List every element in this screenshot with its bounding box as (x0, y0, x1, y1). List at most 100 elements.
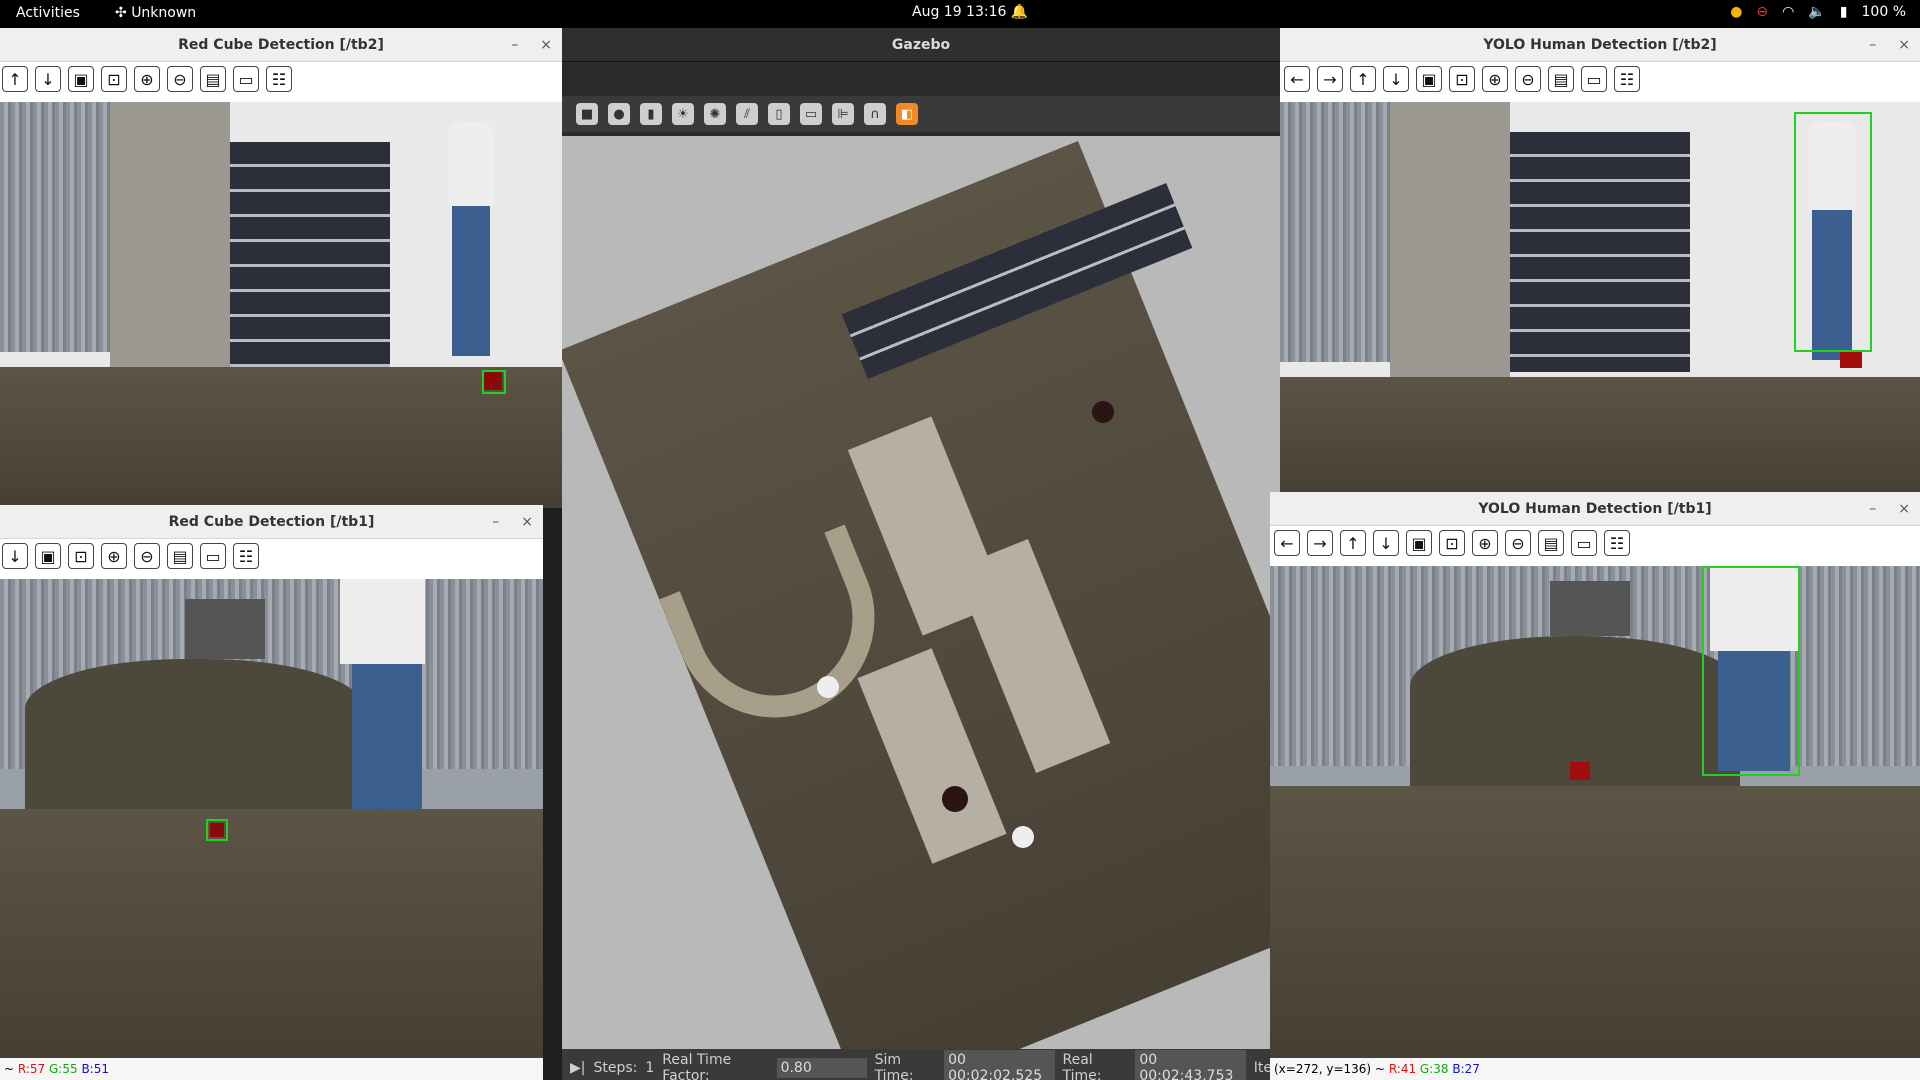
arrow-right-icon[interactable]: → (1317, 66, 1343, 92)
zoom-fit-icon[interactable]: ▣ (1416, 66, 1442, 92)
zoom-fit-icon[interactable]: ▣ (1406, 530, 1432, 556)
close-icon[interactable]: × (1898, 492, 1910, 526)
chrome-icon[interactable]: ● (1730, 4, 1742, 20)
status-green: G:38 (1419, 1062, 1449, 1076)
sim-time-label: Sim Time: (874, 1052, 914, 1080)
save-icon[interactable]: ▤ (200, 66, 226, 92)
battery-label: 100 % (1861, 4, 1906, 20)
arrow-down-icon[interactable]: ↓ (1373, 530, 1399, 556)
close-icon[interactable]: × (521, 505, 533, 539)
spot-light-icon[interactable]: ✺ (704, 103, 726, 125)
bell-icon: 🔔 (1010, 4, 1029, 20)
zoom-original-icon[interactable]: ⊡ (101, 66, 127, 92)
window-title: YOLO Human Detection [/tb2] (1483, 37, 1717, 53)
arrow-up-icon[interactable]: ↑ (1340, 530, 1366, 556)
cylinder-shape-icon[interactable]: ▮ (640, 103, 662, 125)
arrow-down-icon[interactable]: ↓ (1383, 66, 1409, 92)
status-bar: ~ R:57 G:55 B:51 (0, 1058, 543, 1080)
point-light-icon[interactable]: ☀ (672, 103, 694, 125)
zoom-original-icon[interactable]: ⊡ (1439, 530, 1465, 556)
clock[interactable]: Aug 19 13:16 🔔 (912, 4, 1028, 20)
arrow-right-icon[interactable]: → (1307, 530, 1333, 556)
copy-icon[interactable]: ▭ (1581, 66, 1607, 92)
save-icon[interactable]: ▤ (1538, 530, 1564, 556)
window-titlebar[interactable]: YOLO Human Detection [/tb1] – × (1270, 492, 1920, 526)
copy-icon[interactable]: ▭ (233, 66, 259, 92)
minimize-icon[interactable]: – (1869, 492, 1876, 526)
shelf-side (110, 102, 230, 372)
red-cube-tb2-window[interactable]: Red Cube Detection [/tb2] – × ↑ ↓ ▣ ⊡ ⊕ ⊖… (0, 28, 562, 508)
sphere-shape-icon[interactable]: ● (608, 103, 630, 125)
minimize-icon[interactable]: – (492, 505, 499, 539)
image-toolbar: ← → ↑ ↓ ▣ ⊡ ⊕ ⊖ ▤ ▭ ☷ (1280, 62, 1920, 96)
properties-icon[interactable]: ☷ (266, 66, 292, 92)
window-titlebar[interactable]: Red Cube Detection [/tb1] – × (0, 505, 543, 539)
window-titlebar[interactable]: YOLO Human Detection [/tb2] – × (1280, 28, 1920, 62)
box-shape-icon[interactable]: ■ (576, 103, 598, 125)
zoom-fit-icon[interactable]: ▣ (68, 66, 94, 92)
activities-button[interactable]: Activities (16, 5, 80, 21)
view-angle-icon[interactable]: ◧ (896, 103, 918, 125)
copy-icon[interactable]: ▭ (200, 543, 226, 569)
do-not-disturb-icon[interactable]: ⊖ (1756, 4, 1768, 20)
gazebo-window[interactable]: Gazebo ■ ● ▮ ☀ ✺ ⫽ ▯ ▭ ⊫ ∩ ◧ ▶| Steps: 1… (562, 28, 1280, 1080)
system-tray[interactable]: ● ⊖ ◠ 🔈 ▮ 100 % (1730, 4, 1906, 20)
rtf-label: Real Time Factor: (662, 1052, 732, 1080)
red-cube-tb1-window[interactable]: Red Cube Detection [/tb1] – × ↓ ▣ ⊡ ⊕ ⊖ ▤… (0, 505, 543, 1080)
copy-icon[interactable]: ▭ (1571, 530, 1597, 556)
copy-icon[interactable]: ▯ (768, 103, 790, 125)
arrow-down-icon[interactable]: ↓ (2, 543, 28, 569)
red-cube (1840, 352, 1862, 368)
arrow-up-icon[interactable]: ↑ (2, 66, 28, 92)
zoom-out-icon[interactable]: ⊖ (1505, 530, 1531, 556)
human-detection-box (1794, 112, 1872, 352)
zoom-fit-icon[interactable]: ▣ (35, 543, 61, 569)
close-icon[interactable]: × (540, 28, 552, 62)
zoom-out-icon[interactable]: ⊖ (167, 66, 193, 92)
window-titlebar[interactable]: Red Cube Detection [/tb2] – × (0, 28, 562, 62)
directional-light-icon[interactable]: ⫽ (736, 103, 758, 125)
zoom-in-icon[interactable]: ⊕ (134, 66, 160, 92)
save-icon[interactable]: ▤ (1548, 66, 1574, 92)
monitor (185, 599, 265, 659)
play-icon[interactable]: ▶| (570, 1060, 585, 1076)
floor (1280, 377, 1920, 498)
zoom-in-icon[interactable]: ⊕ (101, 543, 127, 569)
window-titlebar[interactable]: Gazebo (562, 28, 1280, 62)
person-torso (340, 579, 425, 664)
yolo-tb2-window[interactable]: YOLO Human Detection [/tb2] – × ← → ↑ ↓ ▣… (1280, 28, 1920, 498)
gazebo-3d-view[interactable] (562, 136, 1280, 1049)
paste-icon[interactable]: ▭ (800, 103, 822, 125)
arrow-up-icon[interactable]: ↑ (1350, 66, 1376, 92)
zoom-in-icon[interactable]: ⊕ (1472, 530, 1498, 556)
yolo-tb1-window[interactable]: YOLO Human Detection [/tb1] – × ← → ↑ ↓ ▣… (1270, 492, 1920, 1080)
minimize-icon[interactable]: – (511, 28, 518, 62)
zoom-in-icon[interactable]: ⊕ (1482, 66, 1508, 92)
zoom-out-icon[interactable]: ⊖ (134, 543, 160, 569)
menu-strip (562, 62, 1280, 96)
zoom-original-icon[interactable]: ⊡ (68, 543, 94, 569)
close-icon[interactable]: × (1898, 28, 1910, 62)
arrow-left-icon[interactable]: ← (1284, 66, 1310, 92)
align-icon[interactable]: ⊫ (832, 103, 854, 125)
floor (0, 367, 562, 508)
robot (1092, 401, 1114, 423)
properties-icon[interactable]: ☷ (233, 543, 259, 569)
properties-icon[interactable]: ☷ (1604, 530, 1630, 556)
zoom-original-icon[interactable]: ⊡ (1449, 66, 1475, 92)
counter (25, 659, 365, 809)
app-menu[interactable]: ✣ Unknown (115, 5, 196, 21)
real-time-value: 00 00:02:43.753 (1135, 1050, 1246, 1080)
minimize-icon[interactable]: – (1869, 28, 1876, 62)
arrow-down-icon[interactable]: ↓ (35, 66, 61, 92)
app-icon: ✣ (115, 5, 132, 21)
gazebo-toolbar: ■ ● ▮ ☀ ✺ ⫽ ▯ ▭ ⊫ ∩ ◧ (562, 96, 1280, 132)
wifi-icon: ◠ (1782, 4, 1795, 20)
properties-icon[interactable]: ☷ (1614, 66, 1640, 92)
red-cube (1570, 762, 1590, 780)
zoom-out-icon[interactable]: ⊖ (1515, 66, 1541, 92)
save-icon[interactable]: ▤ (167, 543, 193, 569)
snap-icon[interactable]: ∩ (864, 103, 886, 125)
steps-value[interactable]: 1 (645, 1060, 654, 1076)
arrow-left-icon[interactable]: ← (1274, 530, 1300, 556)
